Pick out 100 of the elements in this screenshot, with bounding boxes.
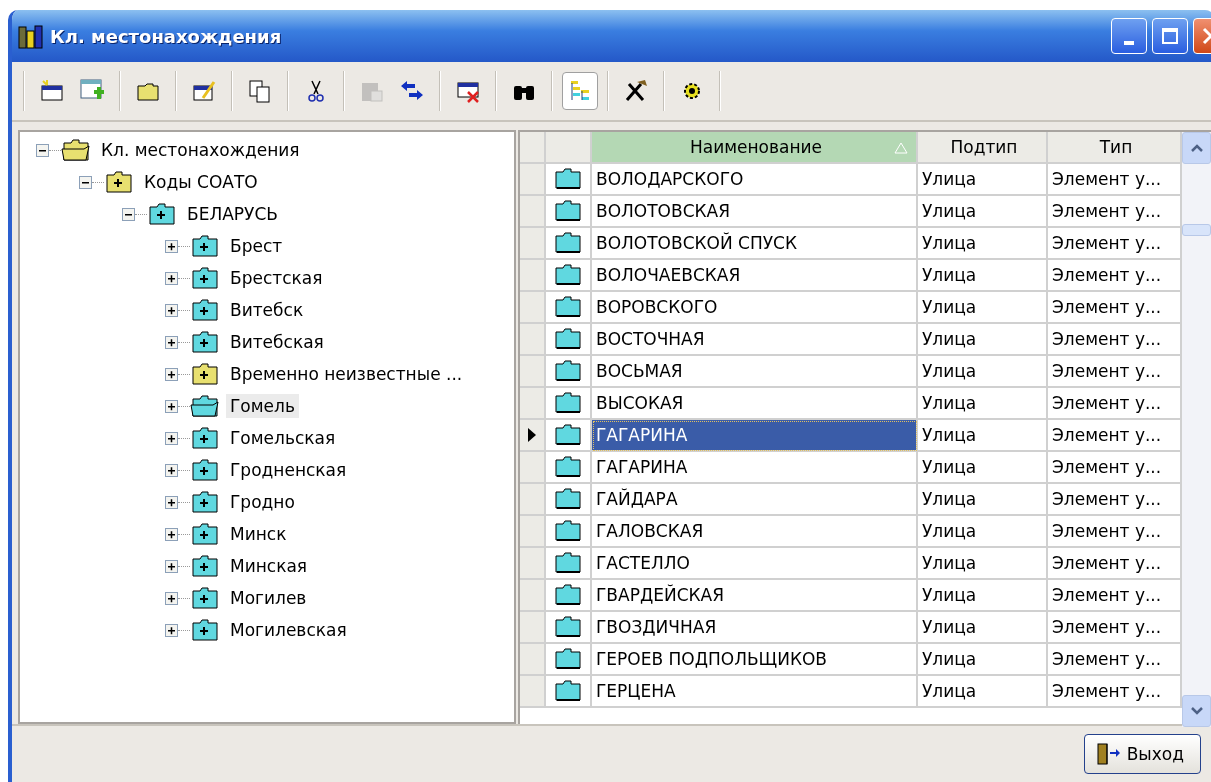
expand-toggle[interactable] [165, 463, 178, 477]
expand-toggle[interactable] [165, 367, 178, 381]
tree-item[interactable]: Гомель [226, 394, 299, 418]
table-cell: Улица [918, 388, 1048, 420]
maximize-button[interactable] [1152, 18, 1188, 54]
table-cell: ВОЛОТОВСКАЯ [592, 196, 918, 228]
expand-toggle[interactable] [165, 623, 178, 637]
sort-icon [894, 142, 908, 154]
tools-icon [623, 78, 649, 104]
table-cell: ГАГАРИНА [592, 452, 918, 484]
table-cell: ГВАРДЕЙСКАЯ [592, 580, 918, 612]
folder-icon [554, 200, 582, 222]
expand-toggle[interactable] [79, 175, 92, 189]
books-icon [18, 23, 44, 49]
plus-icon [165, 623, 178, 637]
folder-icon [554, 680, 582, 702]
folder-icon [554, 296, 582, 318]
table-cell: Улица [918, 228, 1048, 260]
table-cell: Улица [918, 580, 1048, 612]
expand-toggle[interactable] [165, 271, 178, 285]
minus-icon [36, 143, 49, 157]
copy-icon [247, 78, 273, 104]
table-cell: ГЕРЦЕНА [592, 676, 918, 708]
plus-icon [165, 527, 178, 541]
table-cell: ВОЛОТОВСКОЙ СПУСК [592, 228, 918, 260]
folder-icon [554, 360, 582, 382]
tree-item[interactable]: Витебская [226, 330, 328, 354]
folder-icon [554, 392, 582, 414]
tree-item[interactable]: Витебск [226, 298, 308, 322]
scroll-down-button[interactable] [1182, 695, 1211, 727]
folder-icon [554, 488, 582, 510]
plus-icon [165, 399, 178, 413]
tree-item[interactable]: Брестская [226, 266, 327, 290]
table-cell: Улица [918, 612, 1048, 644]
exit-button[interactable]: Выход [1083, 734, 1201, 774]
table-cell: ВОЛОДАРСКОГО [592, 164, 918, 196]
table-cell: Улица [918, 644, 1048, 676]
header-cell [520, 132, 546, 164]
minimize-icon [1124, 41, 1134, 45]
expand-toggle[interactable] [165, 239, 178, 253]
table-cell: Улица [918, 484, 1048, 516]
plus-icon [165, 463, 178, 477]
toolbar-tree-view-button[interactable] [562, 72, 598, 110]
expand-toggle[interactable] [165, 527, 178, 541]
table-cell: ГЕРОЕВ ПОДПОЛЬЩИКОВ [592, 644, 918, 676]
minus-icon [79, 175, 92, 189]
tree-item[interactable]: Могилевская [226, 618, 351, 642]
table-cell: Улица [918, 420, 1048, 452]
plus-icon [165, 559, 178, 573]
tree-item[interactable]: Гомельская [226, 426, 340, 450]
maximize-icon [1161, 27, 1179, 45]
tree-item[interactable]: Кл. местонахождения [97, 138, 304, 162]
scrollbar[interactable] [1182, 132, 1211, 727]
scroll-up-button[interactable] [1182, 132, 1211, 164]
minimize-button[interactable] [1111, 18, 1147, 54]
expand-toggle[interactable] [165, 591, 178, 605]
folder-icon [554, 648, 582, 670]
plus-icon [165, 303, 178, 317]
table-cell: ГАГАРИНА [592, 420, 918, 452]
expand-toggle[interactable] [165, 303, 178, 317]
expand-toggle[interactable] [122, 207, 135, 221]
column-header[interactable]: Тип [1048, 132, 1182, 164]
table-cell: ВОСТОЧНАЯ [592, 324, 918, 356]
column-header[interactable]: Подтип [918, 132, 1048, 164]
tree-item[interactable]: Гродненская [226, 458, 351, 482]
expand-toggle[interactable] [165, 399, 178, 413]
tree-item[interactable]: Могилев [226, 586, 311, 610]
table-cell: ГАСТЕЛЛО [592, 548, 918, 580]
expand-toggle[interactable] [165, 495, 178, 509]
scroll-thumb[interactable] [1182, 224, 1211, 236]
tree-item[interactable]: Гродно [226, 490, 299, 514]
table-cell: ВОСЬМАЯ [592, 356, 918, 388]
folder-icon [554, 552, 582, 574]
folder-icon [554, 584, 582, 606]
row-indicator[interactable] [520, 420, 546, 452]
tree-item[interactable]: Минская [226, 554, 312, 578]
plus-icon [165, 431, 178, 445]
window-title: Кл. местонахождения [50, 25, 282, 47]
folder-icon [554, 264, 582, 286]
tree-item[interactable]: Минск [226, 522, 291, 546]
caret-down-icon [1189, 706, 1204, 716]
table-cell: Улица [918, 196, 1048, 228]
table-cell: Улица [918, 516, 1048, 548]
tree-item[interactable]: БЕЛАРУСЬ [183, 202, 282, 226]
plus-icon [165, 367, 178, 381]
plus-icon [165, 239, 178, 253]
folder-icon [554, 328, 582, 350]
tree-item[interactable]: Брест [226, 234, 287, 258]
table-cell: ГАЙДАРА [592, 484, 918, 516]
tree-item[interactable]: Временно неизвестные ... [226, 362, 467, 386]
expand-toggle[interactable] [36, 143, 49, 157]
expand-toggle[interactable] [165, 431, 178, 445]
expand-toggle[interactable] [165, 559, 178, 573]
table-cell: Улица [918, 676, 1048, 708]
table-cell: Улица [918, 548, 1048, 580]
column-header[interactable]: Наименование [592, 132, 918, 164]
expand-toggle[interactable] [165, 335, 178, 349]
folder-icon [554, 424, 582, 446]
new-record-icon [39, 78, 65, 104]
tree-item[interactable]: Коды СОАТО [140, 170, 262, 194]
